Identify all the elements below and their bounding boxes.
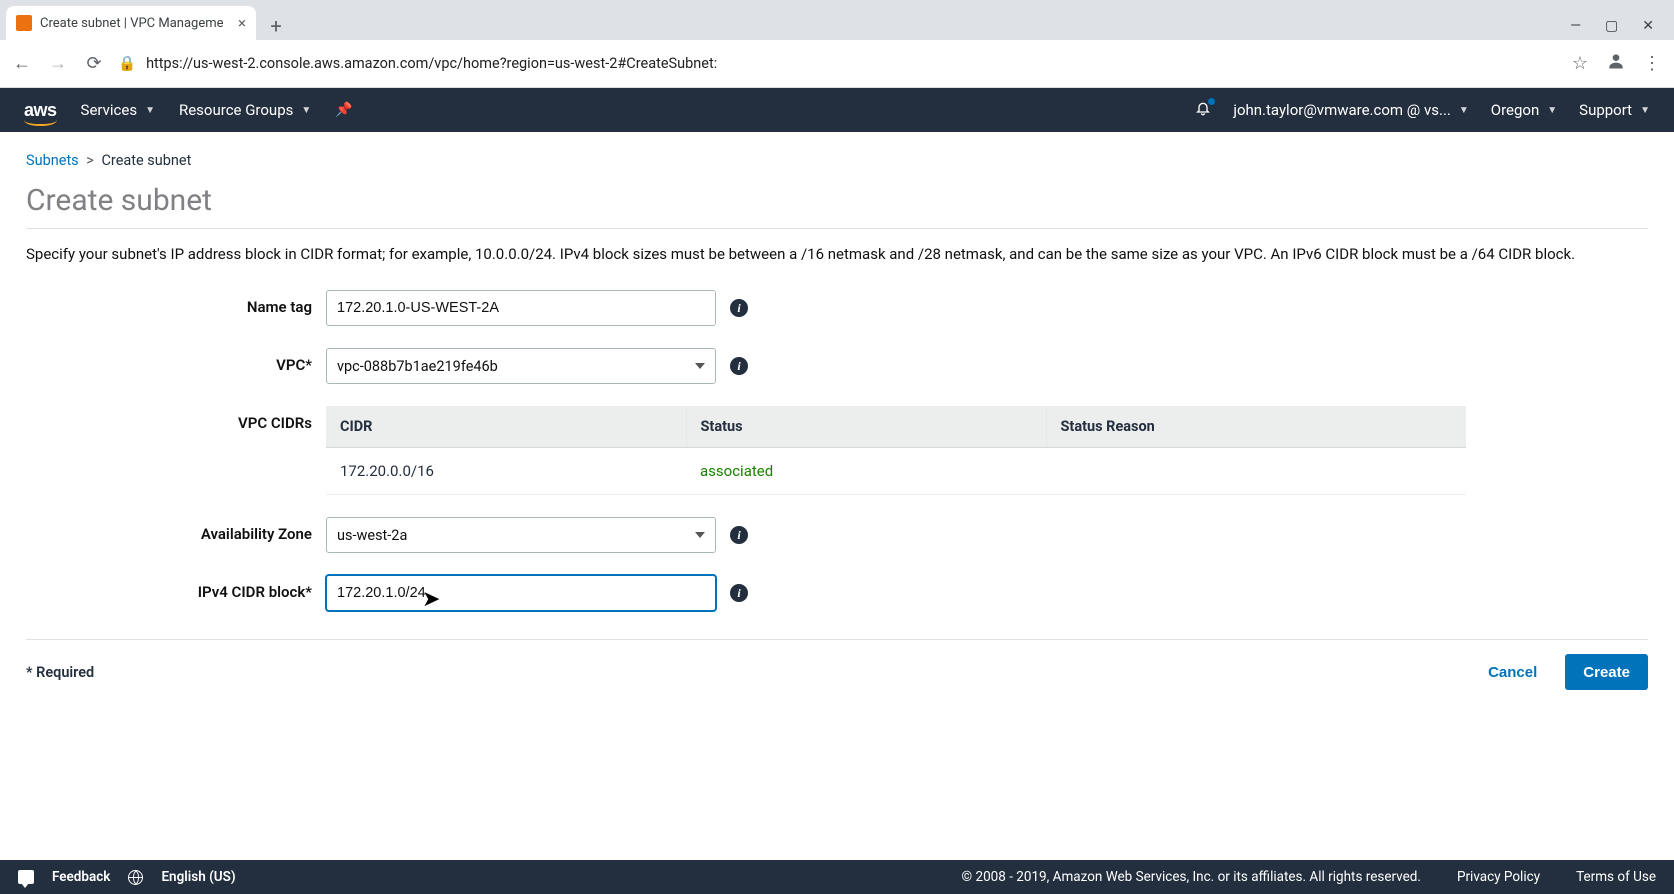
favicon-icon bbox=[16, 15, 32, 31]
feedback-link[interactable]: Feedback bbox=[52, 869, 110, 885]
nav-support-label: Support bbox=[1579, 101, 1632, 119]
breadcrumb-current: Create subnet bbox=[101, 152, 191, 169]
info-icon[interactable]: i bbox=[730, 584, 748, 602]
cell-status: associated bbox=[686, 448, 1046, 495]
info-icon[interactable]: i bbox=[730, 526, 748, 544]
nav-services[interactable]: Services ▼ bbox=[81, 101, 155, 119]
menu-icon[interactable]: ⋮ bbox=[1640, 53, 1664, 74]
aws-top-nav: aws Services ▼ Resource Groups ▼ 📌 john.… bbox=[0, 88, 1674, 132]
star-icon[interactable]: ☆ bbox=[1568, 53, 1592, 74]
name-tag-label: Name tag bbox=[26, 290, 326, 316]
th-cidr: CIDR bbox=[326, 406, 686, 448]
nav-user[interactable]: john.taylor@vmware.com @ vs... ▼ bbox=[1233, 101, 1468, 119]
chevron-down-icon: ▼ bbox=[1459, 105, 1469, 116]
nav-support[interactable]: Support ▼ bbox=[1579, 101, 1650, 119]
az-select-value: us-west-2a bbox=[337, 527, 407, 544]
bottom-bar: Feedback English (US) © 2008 - 2019, Ama… bbox=[0, 860, 1674, 894]
nav-region-label: Oregon bbox=[1491, 101, 1539, 119]
minimize-icon[interactable]: — bbox=[1570, 18, 1581, 34]
privacy-link[interactable]: Privacy Policy bbox=[1457, 869, 1540, 885]
page-title: Create subnet bbox=[26, 183, 1648, 218]
notification-dot-icon bbox=[1208, 98, 1215, 105]
chevron-down-icon: ▼ bbox=[145, 105, 155, 116]
url-text: https://us-west-2.console.aws.amazon.com… bbox=[146, 55, 717, 72]
table-row: 172.20.0.0/16 associated bbox=[326, 448, 1466, 495]
nav-resource-groups[interactable]: Resource Groups ▼ bbox=[179, 101, 311, 119]
close-window-icon[interactable]: ✕ bbox=[1642, 18, 1654, 34]
vpc-cidr-table: CIDR Status Status Reason 172.20.0.0/16 … bbox=[326, 406, 1466, 495]
nav-services-label: Services bbox=[81, 101, 138, 119]
copyright-text: © 2008 - 2019, Amazon Web Services, Inc.… bbox=[962, 869, 1421, 885]
close-tab-icon[interactable]: × bbox=[238, 14, 246, 32]
chevron-down-icon: ▼ bbox=[1640, 105, 1650, 116]
vpc-select-value: vpc-088b7b1ae219fe46b bbox=[337, 358, 498, 375]
window-controls: — ▢ ✕ bbox=[1570, 18, 1668, 40]
pin-icon[interactable]: 📌 bbox=[335, 102, 352, 118]
cell-reason bbox=[1046, 448, 1466, 495]
cancel-button[interactable]: Cancel bbox=[1470, 654, 1555, 690]
aws-logo[interactable]: aws bbox=[24, 100, 57, 120]
info-icon[interactable]: i bbox=[730, 299, 748, 317]
divider bbox=[26, 228, 1648, 229]
breadcrumb: Subnets > Create subnet bbox=[26, 152, 1648, 169]
create-subnet-form: Name tag i VPC* vpc-088b7b1ae219fe46b i … bbox=[26, 290, 1648, 611]
tab-strip: Create subnet | VPC Manageme × + — ▢ ✕ bbox=[0, 0, 1674, 40]
browser-tab[interactable]: Create subnet | VPC Manageme × bbox=[6, 6, 256, 40]
name-tag-input[interactable] bbox=[326, 290, 716, 326]
required-note: * Required bbox=[26, 664, 94, 681]
nav-region[interactable]: Oregon ▼ bbox=[1491, 101, 1557, 119]
az-select[interactable]: us-west-2a bbox=[326, 517, 716, 553]
chevron-down-icon: ▼ bbox=[1547, 105, 1557, 116]
browser-chrome: Create subnet | VPC Manageme × + — ▢ ✕ ←… bbox=[0, 0, 1674, 88]
chevron-down-icon: ▼ bbox=[301, 105, 311, 116]
nav-user-label: john.taylor@vmware.com @ vs... bbox=[1233, 101, 1451, 119]
profile-icon[interactable] bbox=[1604, 51, 1628, 76]
vpc-select[interactable]: vpc-088b7b1ae219fe46b bbox=[326, 348, 716, 384]
toolbar: ← → ⟳ 🔒 https://us-west-2.console.aws.am… bbox=[0, 40, 1674, 88]
th-reason: Status Reason bbox=[1046, 406, 1466, 448]
lock-icon: 🔒 bbox=[118, 55, 136, 72]
page-content: Subnets > Create subnet Create subnet Sp… bbox=[0, 132, 1674, 690]
nav-resource-groups-label: Resource Groups bbox=[179, 101, 293, 119]
language-selector[interactable]: English (US) bbox=[161, 869, 235, 885]
chevron-down-icon bbox=[695, 363, 705, 369]
maximize-icon[interactable]: ▢ bbox=[1605, 18, 1618, 34]
cell-cidr: 172.20.0.0/16 bbox=[326, 448, 686, 495]
info-icon[interactable]: i bbox=[730, 357, 748, 375]
az-label: Availability Zone bbox=[26, 517, 326, 543]
create-button[interactable]: Create bbox=[1565, 654, 1648, 690]
page-description: Specify your subnet's IP address block i… bbox=[26, 243, 1648, 266]
vpc-label: VPC* bbox=[26, 348, 326, 374]
vpc-cidrs-label: VPC CIDRs bbox=[26, 406, 326, 432]
back-button[interactable]: ← bbox=[10, 53, 34, 74]
notifications-icon[interactable] bbox=[1195, 100, 1211, 120]
ipv4-cidr-input[interactable] bbox=[326, 575, 716, 611]
forward-button[interactable]: → bbox=[46, 53, 70, 74]
new-tab-button[interactable]: + bbox=[262, 12, 290, 40]
tab-title: Create subnet | VPC Manageme bbox=[40, 16, 230, 31]
ipv4-label: IPv4 CIDR block* bbox=[26, 575, 326, 601]
feedback-icon bbox=[18, 870, 34, 884]
chevron-down-icon bbox=[695, 532, 705, 538]
terms-link[interactable]: Terms of Use bbox=[1576, 869, 1656, 885]
breadcrumb-subnets[interactable]: Subnets bbox=[26, 152, 79, 169]
th-status: Status bbox=[686, 406, 1046, 448]
globe-icon bbox=[128, 870, 143, 885]
reload-button[interactable]: ⟳ bbox=[82, 53, 106, 74]
form-footer: * Required Cancel Create bbox=[26, 639, 1648, 690]
breadcrumb-sep: > bbox=[86, 152, 94, 169]
address-bar[interactable]: 🔒 https://us-west-2.console.aws.amazon.c… bbox=[118, 55, 1556, 72]
